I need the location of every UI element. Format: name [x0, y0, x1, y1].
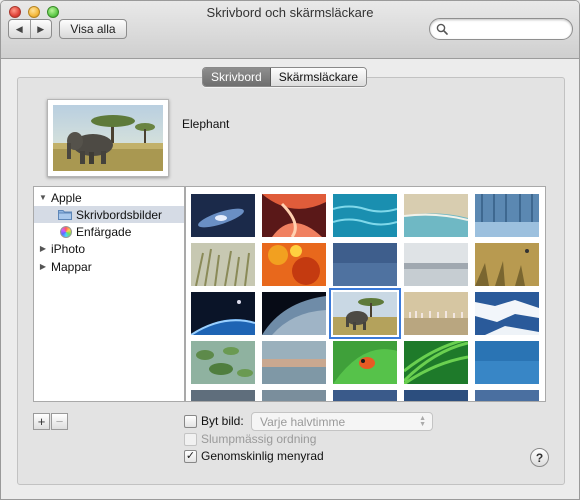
wallpaper-thumbnail[interactable] — [404, 292, 468, 335]
wallpaper-thumbnail[interactable] — [329, 288, 401, 339]
wallpaper-grid — [185, 186, 546, 402]
tab-screensaver[interactable]: Skärmsläckare — [270, 68, 367, 86]
wallpaper-thumbnail[interactable] — [191, 390, 255, 402]
help-button[interactable]: ? — [530, 448, 549, 467]
source-item-desktop-pictures[interactable]: Skrivbordsbilder — [34, 206, 184, 223]
source-item-apple[interactable]: ▼ Apple — [34, 189, 184, 206]
color-wheel-icon — [60, 225, 72, 238]
wallpaper-thumbnail[interactable] — [404, 243, 468, 286]
back-forward-group: ◀ ▶ — [8, 19, 52, 39]
forward-arrow-icon: ▶ — [37, 23, 45, 34]
wallpaper-thumbnail[interactable] — [333, 194, 397, 237]
wallpaper-thumbnail[interactable] — [262, 243, 326, 286]
tab-bar: Skrivbord Skärmsläckare — [202, 67, 368, 87]
search-icon — [436, 23, 448, 35]
elephant-preview-image — [53, 105, 163, 171]
wallpaper-thumbnail[interactable] — [404, 341, 468, 384]
wallpaper-thumbnail[interactable] — [475, 292, 539, 335]
wallpaper-thumbnail[interactable] — [475, 390, 539, 402]
translucent-menu-checkbox[interactable]: ✓ — [184, 450, 197, 463]
forward-button[interactable]: ▶ — [31, 20, 52, 38]
source-item-label: iPhoto — [51, 241, 86, 256]
back-button[interactable]: ◀ — [9, 20, 31, 38]
wallpaper-thumbnail[interactable] — [475, 341, 539, 384]
change-picture-label: Byt bild: — [201, 414, 244, 428]
source-list: ▼ Apple Skrivbordsbilder Enfärgade ▶ iPh… — [33, 186, 185, 402]
wallpaper-thumbnail[interactable] — [333, 243, 397, 286]
remove-folder-button[interactable]: − — [51, 413, 68, 430]
wallpaper-thumbnail[interactable] — [404, 390, 468, 402]
translucent-menu-label: Genomskinlig menyrad — [201, 449, 324, 463]
source-item-label: Mappar — [51, 259, 92, 274]
popup-arrows-icon: ▲ ▼ — [419, 415, 426, 428]
wallpaper-thumbnail[interactable] — [262, 292, 326, 335]
wallpaper-thumbnail[interactable] — [191, 194, 255, 237]
wallpaper-thumbnail[interactable] — [262, 194, 326, 237]
wallpaper-thumbnail[interactable] — [333, 341, 397, 384]
wallpaper-thumbnail[interactable] — [475, 243, 539, 286]
current-wallpaper-preview — [47, 99, 169, 177]
tab-desktop[interactable]: Skrivbord — [203, 68, 271, 86]
wallpaper-name: Elephant — [182, 117, 230, 131]
source-item-label: Apple — [51, 190, 82, 205]
search-field[interactable] — [429, 18, 573, 40]
wallpaper-thumbnail[interactable] — [262, 390, 326, 402]
source-item-folders[interactable]: ▶ Mappar — [34, 258, 184, 275]
wallpaper-thumbnail[interactable] — [191, 292, 255, 335]
change-picture-checkbox[interactable] — [184, 415, 197, 428]
interval-value: Varje halvtimme — [260, 414, 346, 429]
source-item-solid-colors[interactable]: Enfärgade — [34, 223, 184, 240]
disclosure-collapsed-icon[interactable]: ▶ — [38, 244, 48, 253]
checkmark-icon: ✓ — [185, 450, 196, 462]
interval-popup[interactable]: Varje halvtimme ▲ ▼ — [251, 412, 433, 431]
wallpaper-thumbnail[interactable] — [475, 194, 539, 237]
system-preferences-window: Skrivbord och skärmsläckare ◀ ▶ Visa all… — [0, 0, 580, 500]
folder-icon — [58, 210, 72, 220]
source-item-label: Skrivbordsbilder — [76, 207, 163, 222]
disclosure-collapsed-icon[interactable]: ▶ — [38, 262, 48, 271]
show-all-button[interactable]: Visa alla — [59, 19, 127, 39]
wallpaper-thumbnail[interactable] — [191, 243, 255, 286]
wallpaper-thumbnail[interactable] — [262, 341, 326, 384]
search-input[interactable] — [450, 21, 566, 37]
add-folder-button[interactable]: + — [33, 413, 50, 430]
disclosure-expanded-icon[interactable]: ▼ — [38, 193, 48, 202]
source-item-label: Enfärgade — [76, 224, 132, 239]
wallpaper-thumbnail[interactable] — [333, 390, 397, 402]
title-bar: Skrivbord och skärmsläckare ◀ ▶ Visa all… — [1, 1, 579, 59]
random-order-label: Slumpmässig ordning — [201, 432, 317, 446]
random-order-checkbox[interactable] — [184, 433, 197, 446]
wallpaper-thumbnail[interactable] — [191, 341, 255, 384]
back-arrow-icon: ◀ — [15, 23, 23, 34]
source-item-iphoto[interactable]: ▶ iPhoto — [34, 240, 184, 257]
wallpaper-thumbnail[interactable] — [404, 194, 468, 237]
